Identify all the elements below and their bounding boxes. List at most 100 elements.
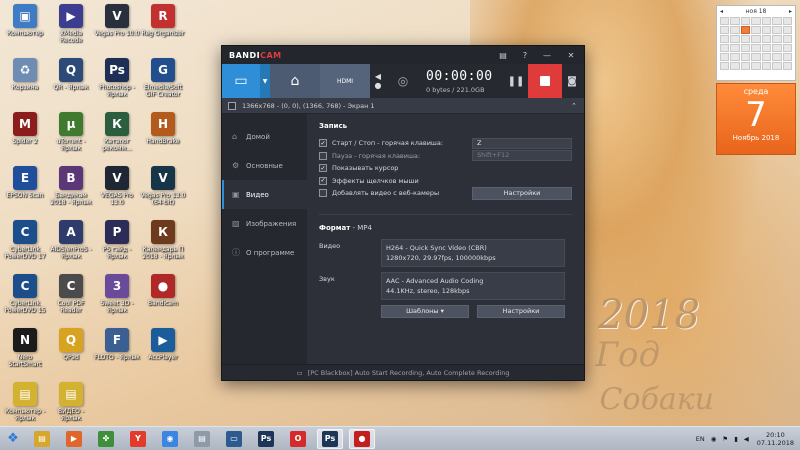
calendar-cell[interactable]: [751, 26, 761, 34]
desktop-icon[interactable]: A AIDS/enProS - Ярлык: [48, 220, 94, 260]
calendar-cell[interactable]: [772, 44, 782, 52]
screenshot-button[interactable]: ◙: [562, 64, 582, 98]
start-stop-hotkey-input[interactable]: Z: [472, 137, 572, 149]
taskbar-app-button[interactable]: ◉: [157, 429, 183, 449]
taskbar-app-button[interactable]: ▭: [221, 429, 247, 449]
device-mode-button[interactable]: HDMI: [320, 64, 370, 98]
flag-icon[interactable]: ⚑: [722, 435, 728, 443]
calendar-cell[interactable]: [730, 17, 740, 25]
calendar-cell[interactable]: [782, 17, 792, 25]
desktop-icon[interactable]: R Reg Organizer: [140, 4, 186, 37]
start-stop-hotkey-checkbox[interactable]: ✓: [319, 139, 327, 148]
taskbar-app-button[interactable]: O: [285, 429, 311, 449]
desktop-icon[interactable]: G Elmedia/Soft GIF Creator: [140, 58, 186, 98]
templates-button[interactable]: Шаблоны ▾: [381, 304, 469, 318]
desktop-icon[interactable]: ▤ ВИДЕО - Ярлык: [48, 382, 94, 422]
desktop-icon[interactable]: V VEGAS Pro 13.0: [94, 166, 140, 206]
pause-hotkey-checkbox[interactable]: [319, 151, 327, 160]
desktop-icon[interactable]: C CyberLink PowerDVD 15: [2, 274, 48, 314]
calendar-cell[interactable]: [720, 26, 730, 34]
calendar-cell[interactable]: [761, 17, 772, 25]
desktop-icon[interactable]: ▤ Компьютер - Ярлык: [2, 382, 48, 422]
taskbar-app-button[interactable]: Y: [125, 429, 151, 449]
calendar-cell[interactable]: [761, 44, 772, 52]
calendar-cell[interactable]: [730, 44, 740, 52]
sidebar-item[interactable]: ⓘ О программе: [222, 238, 307, 267]
calendar-cell[interactable]: [751, 44, 761, 52]
desktop-icon[interactable]: ● Bandicam: [140, 274, 186, 307]
start-button[interactable]: ❖: [0, 427, 26, 450]
calendar-cell[interactable]: [740, 53, 751, 61]
calendar-cell[interactable]: [782, 62, 792, 70]
taskbar-app-button[interactable]: ▶: [61, 429, 87, 449]
calendar-cell[interactable]: [782, 26, 792, 34]
status-footer[interactable]: ▭ [PC Blackbox] Auto Start Recording, Au…: [222, 364, 584, 380]
desktop-icon[interactable]: H HandBrake: [140, 112, 186, 145]
calendar-next-icon[interactable]: ▸: [789, 8, 792, 15]
target-checkbox[interactable]: [228, 101, 236, 110]
desktop-icon[interactable]: N Nero StartSmart: [2, 328, 48, 368]
calendar-cell[interactable]: [751, 17, 761, 25]
language-indicator[interactable]: EN: [696, 435, 705, 443]
desktop-icon[interactable]: Ps Photoshop - Ярлык: [94, 58, 140, 98]
desktop-icon[interactable]: C CyberLink PowerDVD 17: [2, 220, 48, 260]
taskbar-app-button[interactable]: Ps: [253, 429, 279, 449]
desktop-icon[interactable]: B Бандикам 2018 - Ярлык: [48, 166, 94, 206]
calendar-cell[interactable]: [761, 53, 772, 61]
calendar-cell[interactable]: [730, 53, 740, 61]
calendar-cell[interactable]: [720, 62, 730, 70]
calendar-cell[interactable]: [730, 26, 740, 34]
sidebar-item[interactable]: ▨ Изображения: [222, 209, 307, 238]
taskbar-app-button[interactable]: Ps: [317, 428, 343, 449]
calendar-cell[interactable]: [720, 44, 730, 52]
calendar-cell[interactable]: [772, 17, 782, 25]
calendar-cell[interactable]: [740, 44, 751, 52]
desktop-icon[interactable]: P PS гайд - Ярлык: [94, 220, 140, 260]
pause-button[interactable]: ❚❚: [504, 64, 528, 98]
desktop-icon[interactable]: ♻ Корзина: [2, 58, 48, 91]
sidebar-item[interactable]: ▣ Видео: [222, 180, 307, 209]
taskbar-app-button[interactable]: ✤: [93, 429, 119, 449]
calendar-cell[interactable]: [740, 17, 751, 25]
desktop-icon[interactable]: C Cool PDF Reader: [48, 274, 94, 314]
calendar-cell[interactable]: [720, 35, 730, 43]
calendar-cell[interactable]: [720, 17, 730, 25]
calendar-cell[interactable]: [730, 62, 740, 70]
record-tray-icon[interactable]: ◉: [711, 435, 717, 443]
calendar-gadget[interactable]: ◂ ноя 18 ▸ среда 7 Ноябрь 2018: [716, 5, 796, 155]
help-icon[interactable]: ?: [514, 51, 536, 60]
taskbar-app-button[interactable]: ▤: [189, 429, 215, 449]
folder-icon[interactable]: ▤: [492, 51, 514, 60]
volume-icon[interactable]: ◀: [744, 435, 749, 443]
desktop-icon[interactable]: К Календарь П 2018 - Ярлык: [140, 220, 186, 260]
calendar-cell[interactable]: [772, 26, 782, 34]
calendar-prev-icon[interactable]: ◂: [720, 8, 723, 15]
capture-target-bar[interactable]: 1366x768 - (0, 0), (1366, 768) - Экран 1…: [222, 98, 584, 114]
calendar-cell[interactable]: [740, 35, 751, 43]
record-settings-button[interactable]: Настройки: [472, 186, 572, 200]
show-cursor-checkbox[interactable]: ✓: [319, 164, 327, 173]
game-mode-button[interactable]: ⌂: [270, 64, 320, 98]
calendar-cell[interactable]: [740, 62, 751, 70]
calendar-cell[interactable]: [782, 53, 792, 61]
calendar-cell[interactable]: [761, 62, 772, 70]
desktop-icon[interactable]: M Spider 2: [2, 112, 48, 145]
webcam-overlay-checkbox[interactable]: [319, 189, 327, 198]
desktop-icon[interactable]: ▶ XMedia Recode: [48, 4, 94, 44]
calendar-cell[interactable]: [772, 62, 782, 70]
audio-controls[interactable]: ◀ ●: [370, 64, 386, 98]
calendar-cell[interactable]: [761, 35, 772, 43]
close-button[interactable]: ✕: [558, 51, 584, 60]
microphone-icon[interactable]: ●: [375, 81, 382, 90]
taskbar-app-button[interactable]: ●: [349, 428, 375, 449]
desktop-icon[interactable]: ▣ Компьютер: [2, 4, 48, 37]
screen-mode-dropdown[interactable]: ▼: [260, 64, 270, 98]
record-stop-button[interactable]: [528, 64, 562, 98]
desktop-icon[interactable]: К Каталог рекомм...: [94, 112, 140, 152]
desktop-icon[interactable]: 3 Sweet 3D - Ярлык: [94, 274, 140, 314]
calendar-cell[interactable]: [761, 26, 772, 34]
calendar-cell[interactable]: [782, 44, 792, 52]
window-titlebar[interactable]: BANDICAM ▤ ? — ✕: [222, 46, 584, 64]
desktop-icon[interactable]: E EPSON Scan: [2, 166, 48, 199]
calendar-cell[interactable]: [730, 35, 740, 43]
